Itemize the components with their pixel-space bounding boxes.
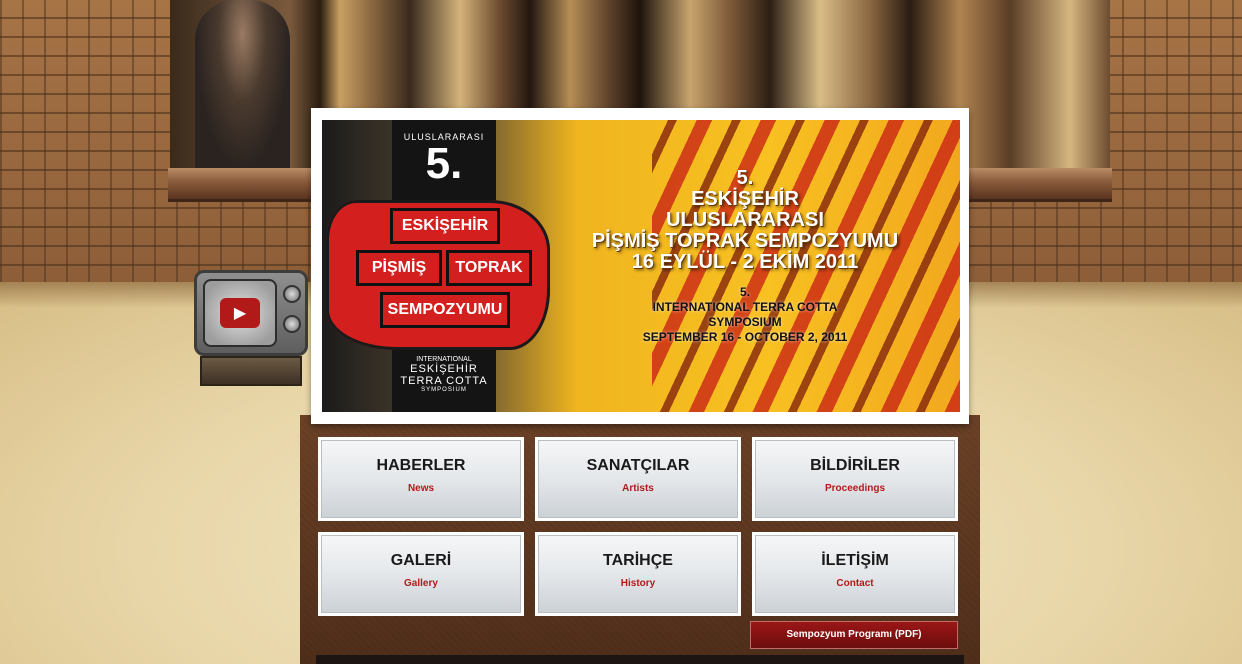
button-subtitle: Gallery xyxy=(404,578,438,589)
button-face: BİLDİRİLER Proceedings xyxy=(755,440,955,518)
logo-word-sempozyumu: SEMPOZYUMU xyxy=(380,292,510,328)
title-tr-line: 5. xyxy=(736,167,754,189)
button-face: TARİHÇE History xyxy=(538,535,738,613)
button-subtitle: News xyxy=(407,483,435,494)
window-ledge-right xyxy=(968,168,1112,202)
button-subtitle: Contact xyxy=(836,578,874,589)
tv-screen: ▶ xyxy=(203,279,277,347)
tv-knob-icon xyxy=(283,285,301,303)
button-title: HABERLER xyxy=(376,457,466,474)
tv-stand xyxy=(200,356,302,386)
banner-title: 5. ESKİŞEHİR ULUSLARARASI PİŞMİŞ TOPRAK … xyxy=(580,168,910,345)
tv-knob-icon xyxy=(283,315,301,333)
title-en-line: INTERNATIONAL TERRA COTTA xyxy=(652,300,838,314)
logo-header: ULUSLARARASI 5. xyxy=(392,120,496,202)
button-subtitle: History xyxy=(620,578,656,589)
title-tr-line: ESKİŞEHİR xyxy=(691,188,799,210)
video-tv-button[interactable]: ▶ xyxy=(194,270,308,356)
button-title: GALERİ xyxy=(390,552,452,569)
title-tr-line: 16 EYLÜL - 2 EKİM 2011 xyxy=(631,251,859,273)
button-face: GALERİ Gallery xyxy=(321,535,521,613)
title-tr-line: ULUSLARARASI xyxy=(666,209,824,231)
title-tr-line: PİŞMİŞ TOPRAK SEMPOZYUMU xyxy=(591,230,899,252)
footer-bar xyxy=(316,655,964,664)
logo-city: ESKİŞEHİR xyxy=(410,363,478,375)
visitor-photo xyxy=(195,0,290,170)
button-title: SANATÇILAR xyxy=(586,457,690,474)
logo-word-eskisehir: ESKİŞEHİR xyxy=(390,208,500,244)
button-subtitle: Artists xyxy=(622,483,654,494)
logo-terra-cotta: TERRA COTTA xyxy=(400,375,488,387)
logo-number: 5. xyxy=(425,139,463,188)
menu-button-history[interactable]: TARİHÇE History xyxy=(535,532,741,616)
button-face: İLETİŞİM Contact xyxy=(755,535,955,613)
logo-word-toprak: TOPRAK xyxy=(446,250,532,286)
window-ledge-left xyxy=(168,168,313,202)
button-face: SANATÇILAR Artists xyxy=(538,440,738,518)
symposium-banner: ULUSLARARASI 5. ESKİŞEHİR PİŞMİŞ TOPRAK … xyxy=(322,120,960,412)
button-subtitle: Proceedings xyxy=(824,483,886,494)
play-icon: ▶ xyxy=(220,298,260,328)
title-en-line: SYMPOSIUM xyxy=(708,315,782,329)
logo-international: INTERNATIONAL xyxy=(416,356,472,363)
title-en-line: 5. xyxy=(739,285,750,299)
button-title: İLETİŞİM xyxy=(821,552,889,569)
title-en-line: SEPTEMBER 16 - OCTOBER 2, 2011 xyxy=(642,330,848,344)
menu-button-news[interactable]: HABERLER News xyxy=(318,437,524,521)
logo-symposium: SYMPOSIUM xyxy=(421,387,467,393)
title-en-block: 5. INTERNATIONAL TERRA COTTA SYMPOSIUM S… xyxy=(580,285,910,345)
logo-word-pismis: PİŞMİŞ xyxy=(356,250,442,286)
button-face: HABERLER News xyxy=(321,440,521,518)
button-title: BİLDİRİLER xyxy=(810,457,900,474)
program-pdf-button[interactable]: Sempozyum Programı (PDF) xyxy=(750,621,958,649)
menu-button-proceedings[interactable]: BİLDİRİLER Proceedings xyxy=(752,437,958,521)
menu-button-artists[interactable]: SANATÇILAR Artists xyxy=(535,437,741,521)
button-title: TARİHÇE xyxy=(603,552,673,569)
menu-button-contact[interactable]: İLETİŞİM Contact xyxy=(752,532,958,616)
logo-footer: INTERNATIONAL ESKİŞEHİR TERRA COTTA SYMP… xyxy=(392,352,496,412)
menu-button-gallery[interactable]: GALERİ Gallery xyxy=(318,532,524,616)
